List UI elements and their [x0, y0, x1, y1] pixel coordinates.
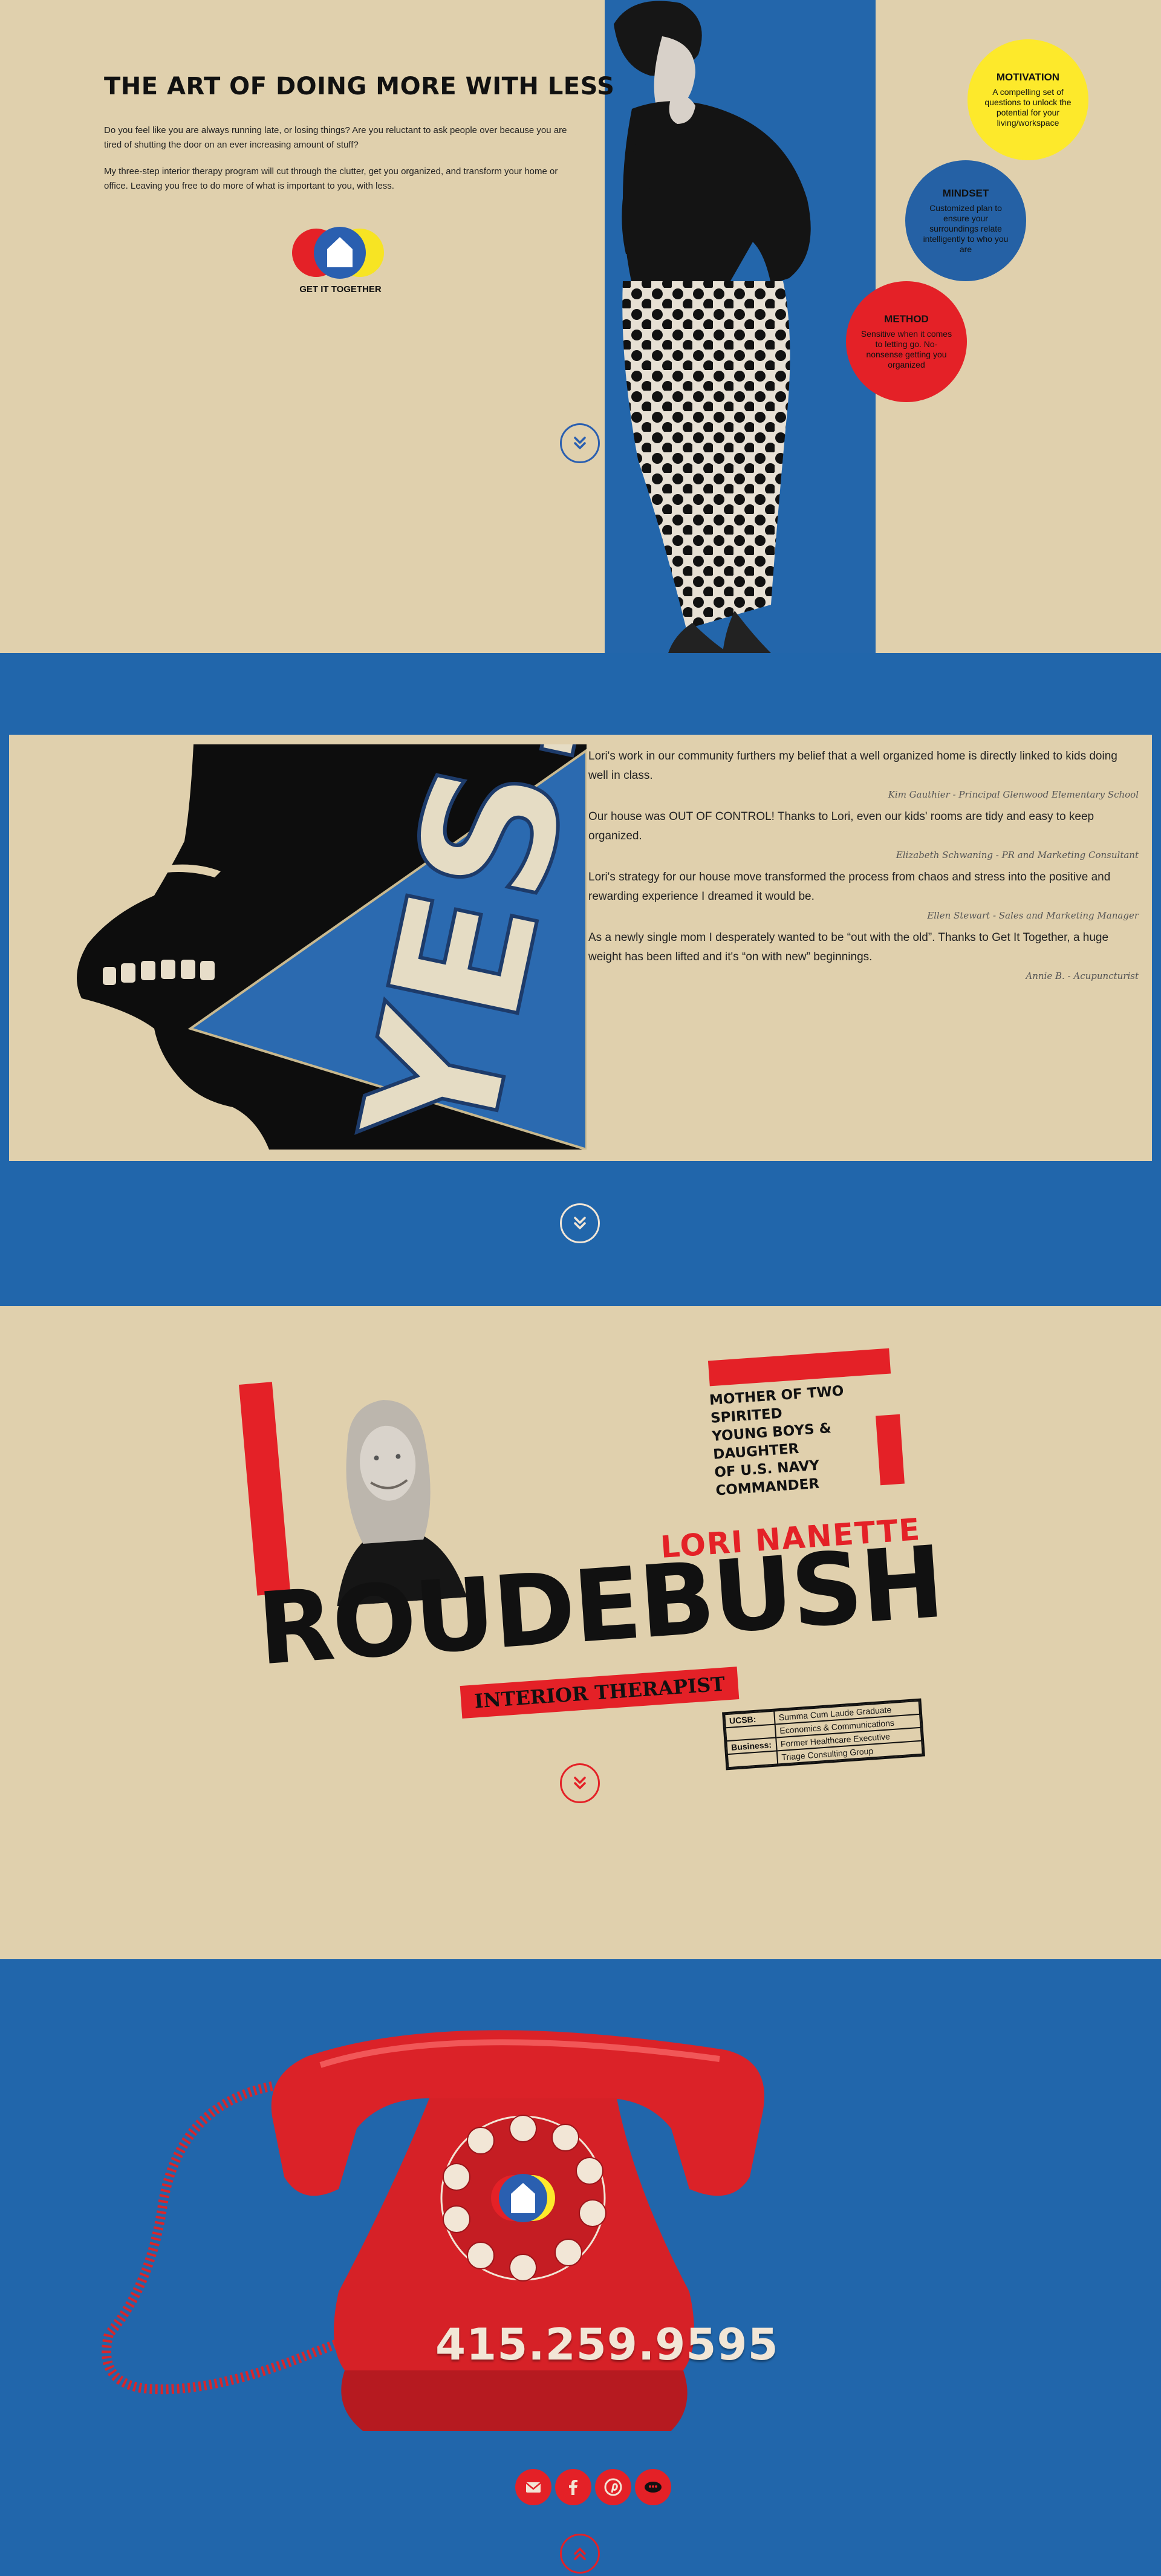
- red-accent-bar: [239, 1382, 291, 1596]
- get-it-together-logo[interactable]: GET IT TOGETHER: [292, 227, 386, 301]
- house-icon: [327, 237, 353, 267]
- mindset-title: MINDSET: [942, 187, 989, 199]
- mindset-text: Customized plan to ensure your surroundi…: [923, 203, 1009, 254]
- red-rotary-telephone-illustration: [102, 2030, 764, 2431]
- double-chevron-down-icon: [574, 437, 586, 449]
- testimonial-author: Annie B. - Acupuncturist: [1026, 971, 1139, 981]
- woman-figure-illustration: [614, 1, 811, 653]
- motivation-title: MOTIVATION: [996, 71, 1060, 83]
- hero-program-paragraph: My three-step interior therapy program w…: [104, 166, 558, 191]
- hero-headline: THE ART OF DOING MORE WITH LESS: [104, 73, 615, 100]
- testimonial-author: Kim Gauthier - Principal Glenwood Elemen…: [888, 789, 1139, 800]
- testimonial-quote: Our house was OUT OF CONTROL! Thanks to …: [588, 810, 1094, 842]
- scroll-down-button-about[interactable]: [560, 1763, 600, 1803]
- yelp-button[interactable]: [635, 2469, 671, 2505]
- testimonial-quote: Lori's strategy for our house move trans…: [588, 871, 1111, 903]
- facebook-button[interactable]: [555, 2469, 591, 2505]
- email-icon: [525, 2482, 541, 2493]
- testimonials-section: YES! Lori's work in our community furthe…: [0, 653, 1161, 1306]
- scroll-down-button-hero[interactable]: [560, 423, 600, 463]
- double-chevron-down-icon: [574, 1777, 586, 1789]
- mindset-bubble: MINDSET Customized plan to ensure your s…: [905, 160, 1026, 281]
- facebook-icon: [569, 2480, 577, 2495]
- social-links: [515, 2469, 671, 2505]
- hero-intro-paragraph: Do you feel like you are always running …: [104, 125, 567, 150]
- title-badge: INTERIOR THERAPIST: [460, 1667, 740, 1719]
- double-chevron-down-icon: [574, 1217, 586, 1229]
- testimonials-card: YES! Lori's work in our community furthe…: [9, 735, 1152, 1161]
- motivation-text: A compelling set of questions to unlock …: [984, 87, 1072, 128]
- testimonial-list: Lori's work in our community furthers my…: [588, 747, 1139, 989]
- pinterest-icon: [604, 2478, 622, 2496]
- scroll-down-button-testimonials[interactable]: [560, 1203, 600, 1243]
- about-section: MOTHER OF TWO SPIRITED YOUNG BOYS & DAUG…: [0, 1306, 1161, 1959]
- testimonial-quote: As a newly single mom I desperately want…: [588, 931, 1109, 963]
- credential-key: [727, 1751, 778, 1768]
- pinterest-button[interactable]: [595, 2469, 631, 2505]
- method-title: METHOD: [884, 313, 929, 325]
- double-chevron-up-icon: [574, 2548, 586, 2560]
- email-button[interactable]: [515, 2469, 551, 2505]
- motivation-bubble: MOTIVATION A compelling set of questions…: [968, 39, 1088, 160]
- hero-section: THE ART OF DOING MORE WITH LESS Do you f…: [0, 0, 1161, 653]
- testimonial-quote: Lori's work in our community furthers my…: [588, 750, 1117, 782]
- method-bubble: METHOD Sensitive when it comes to lettin…: [846, 281, 967, 402]
- credentials-table: UCSB: Summa Cum Laude Graduate Economics…: [722, 1698, 925, 1771]
- testimonial-author: Elizabeth Schwaning - PR and Marketing C…: [896, 850, 1139, 860]
- method-text: Sensitive when it comes to letting go. N…: [860, 329, 952, 369]
- shouting-yes-illustration: YES!: [77, 744, 587, 1150]
- title-badge-text: INTERIOR THERAPIST: [473, 1672, 726, 1713]
- yelp-icon: [645, 2482, 662, 2493]
- contact-section: 415.259.9595: [0, 1959, 1161, 2576]
- scroll-to-top-button[interactable]: [560, 2534, 600, 2574]
- phone-number[interactable]: 415.259.9595: [435, 2319, 779, 2370]
- logo-wordmark: GET IT TOGETHER: [299, 284, 382, 294]
- testimonial-author: Ellen Stewart - Sales and Marketing Mana…: [927, 910, 1139, 921]
- mother-statement: MOTHER OF TWO SPIRITED YOUNG BOYS & DAUG…: [709, 1383, 845, 1499]
